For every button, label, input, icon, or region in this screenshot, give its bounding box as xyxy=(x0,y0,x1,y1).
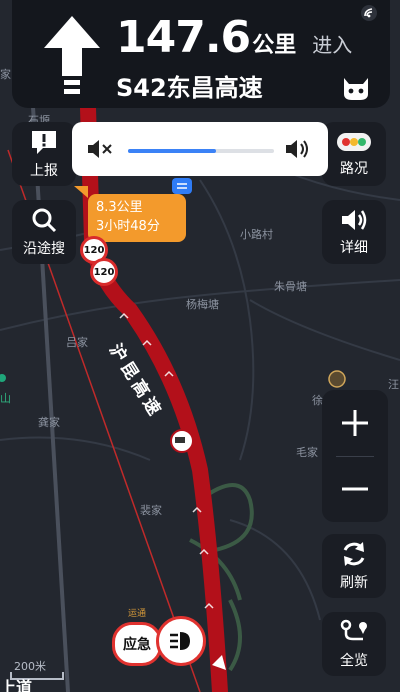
search-icon xyxy=(32,208,57,233)
volume-slider[interactable] xyxy=(128,149,274,153)
volume-mute-icon[interactable] xyxy=(86,138,116,160)
plus-icon xyxy=(342,410,368,436)
report-label: 上报 xyxy=(30,163,58,179)
traffic-light-icon xyxy=(337,133,371,151)
distance-unit: 公里 xyxy=(252,33,297,58)
straight-arrow-icon xyxy=(44,16,100,94)
place-label: 杨梅塘 xyxy=(186,298,219,311)
zoom-out-button[interactable] xyxy=(322,456,388,522)
speed-limit-sign: 120 xyxy=(90,258,118,286)
navigation-screen: 家 石塬 小路村 朱骨塘 杨梅塘 吕家 龚家 毛家 裴家 徐 汪 山 运通 沪昆… xyxy=(0,0,400,692)
place-label: 裴家 xyxy=(140,504,162,517)
refresh-button[interactable]: 刷新 xyxy=(322,534,386,598)
eta-bubble-tail xyxy=(74,186,88,198)
distance-readout: 147.6 公里 进入 xyxy=(116,12,352,63)
search-along-label: 沿途搜 xyxy=(23,241,65,257)
place-label: 运通 xyxy=(128,609,147,619)
place-label: 龚家 xyxy=(38,416,60,429)
refresh-label: 刷新 xyxy=(340,575,368,591)
volume-slider-fill xyxy=(128,149,216,153)
headlight-button[interactable] xyxy=(156,616,206,666)
traffic-label: 路况 xyxy=(340,161,368,177)
details-button[interactable]: 详细 xyxy=(322,200,386,264)
volume-up-icon[interactable] xyxy=(284,138,314,160)
report-icon xyxy=(32,131,56,154)
overview-button[interactable]: 全览 xyxy=(322,612,386,676)
next-road-name: S42东昌高速 xyxy=(116,74,263,102)
report-button[interactable]: 上报 xyxy=(12,122,76,186)
emergency-button[interactable]: 应急 xyxy=(112,622,162,666)
place-label: 汪 xyxy=(388,378,399,391)
distance-value: 147.6 xyxy=(116,12,251,63)
refresh-icon xyxy=(343,542,365,566)
volume-popup xyxy=(72,122,328,176)
cat-face-icon[interactable] xyxy=(340,72,372,102)
eta-distance: 8.3公里 xyxy=(96,200,143,215)
place-label: 家 xyxy=(0,68,11,81)
eta-bubble: 8.3公里 3小时48分 xyxy=(88,194,186,242)
headlight-icon xyxy=(170,632,190,650)
zoom-in-button[interactable] xyxy=(322,390,388,456)
place-label: 毛家 xyxy=(296,446,318,459)
place-label: 小路村 xyxy=(240,228,273,241)
current-road-label: 上道 xyxy=(0,678,33,692)
gps-signal-icon xyxy=(361,5,377,21)
temple-icon xyxy=(328,370,346,388)
overview-label: 全览 xyxy=(340,653,368,669)
route-overview-icon xyxy=(340,619,367,641)
traffic-button[interactable]: 路况 xyxy=(322,122,386,186)
minus-icon xyxy=(342,487,368,491)
place-label: 朱骨塘 xyxy=(274,280,307,293)
details-label: 详细 xyxy=(340,240,368,256)
navigation-banner[interactable]: 147.6 公里 进入 S42东昌高速 xyxy=(12,0,390,108)
eta-time: 3小时48分 xyxy=(96,219,160,234)
place-label: 吕家 xyxy=(66,336,88,349)
service-area-icon xyxy=(172,178,192,194)
search-along-button[interactable]: 沿途搜 xyxy=(12,200,76,264)
maneuver-action: 进入 xyxy=(312,33,353,57)
place-label: 山 xyxy=(0,392,11,405)
zoom-control xyxy=(322,390,388,522)
speaker-icon xyxy=(342,210,367,230)
